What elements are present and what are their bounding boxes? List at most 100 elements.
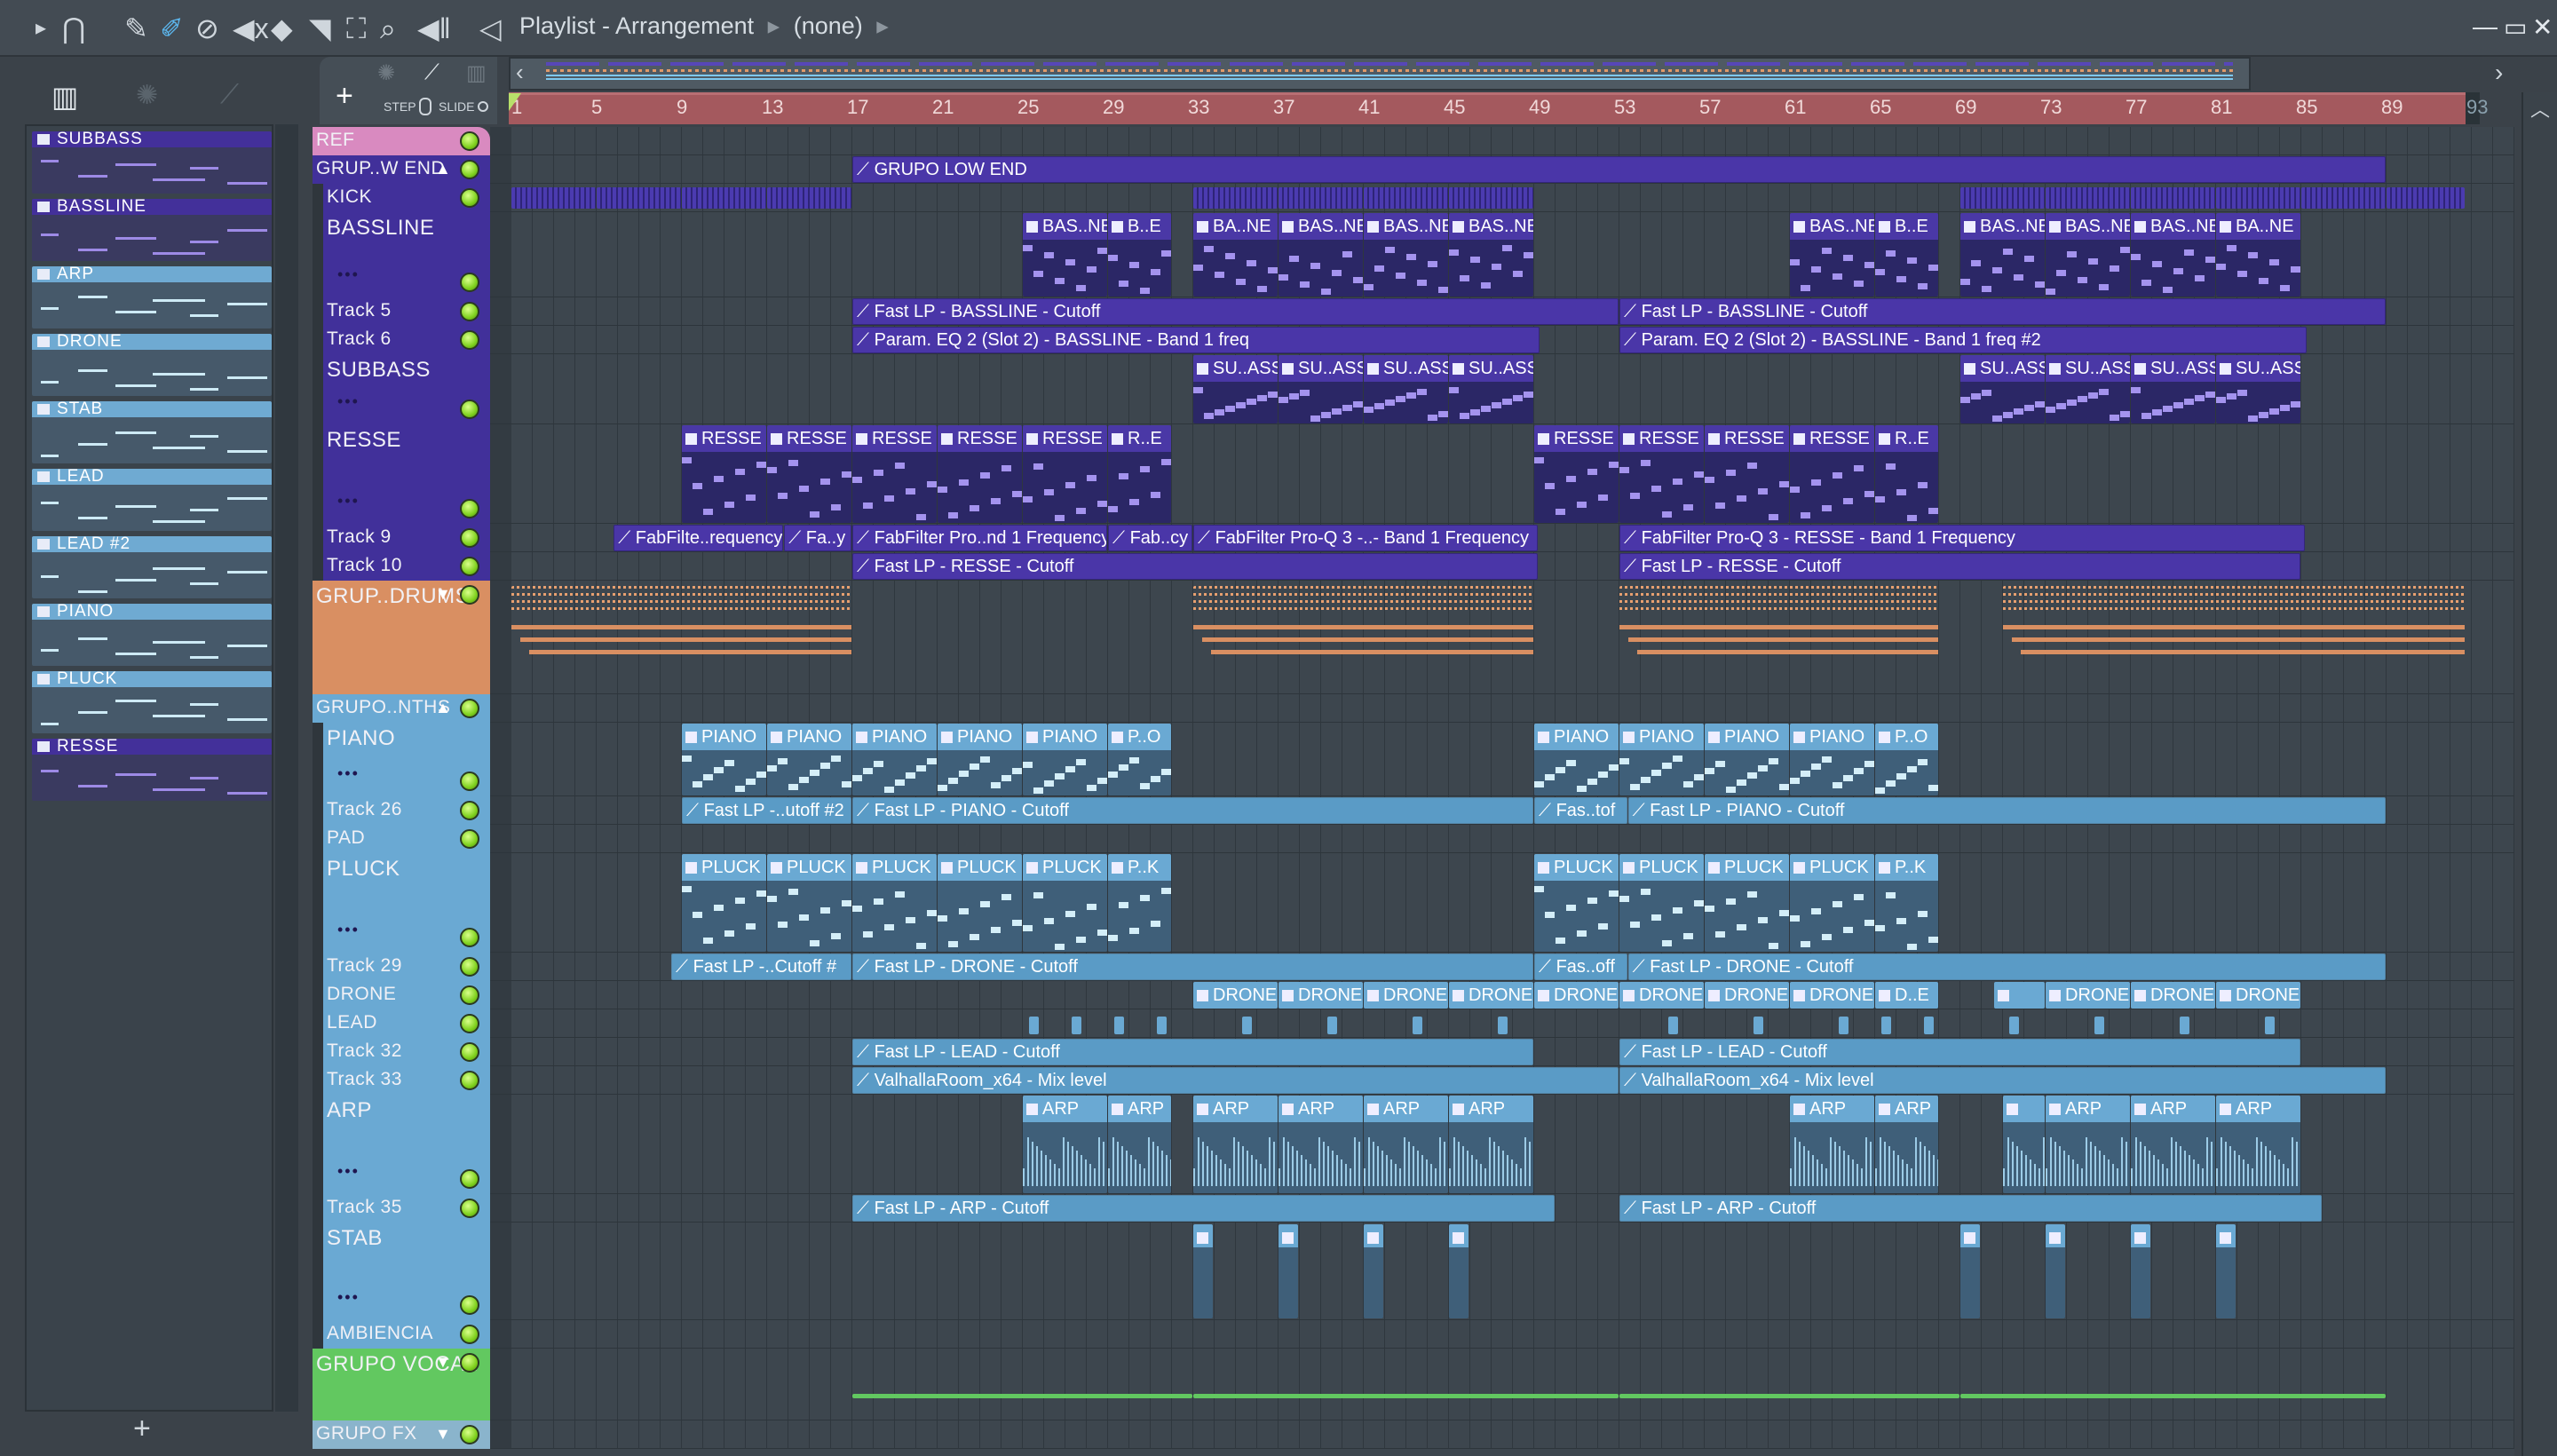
automation-clip[interactable]: ⟋ Fast LP -..utoff #2 (682, 797, 851, 824)
pattern-clip[interactable]: DRONE (1534, 982, 1619, 1009)
track-enable-led[interactable] (460, 985, 479, 1005)
track-enable-led[interactable] (460, 131, 479, 151)
pattern-clip[interactable]: ARP (1108, 1096, 1171, 1193)
pattern-clip[interactable]: PLUCK (767, 854, 851, 952)
select-icon[interactable]: ⛶ (346, 12, 366, 44)
automation-clip[interactable]: ⟋ Fas..tof (1534, 797, 1627, 824)
pattern-clip[interactable]: BAS..NE (2046, 213, 2130, 297)
track-header[interactable]: GRUP..W END ▲ (313, 155, 490, 184)
picker-item[interactable]: LEAD #2 (32, 536, 272, 598)
track-name[interactable]: Track 6 (327, 328, 392, 350)
pattern-clip[interactable] (2180, 1017, 2190, 1034)
piano-icon[interactable]: ▥ (51, 80, 78, 114)
pattern-clip[interactable]: BA..NE (1193, 213, 1278, 297)
automation-icon[interactable]: ⟋ (220, 80, 239, 110)
pattern-clip[interactable]: ARP (1278, 1096, 1363, 1193)
pattern-clip[interactable]: DRONE (1278, 982, 1363, 1009)
track-lane[interactable]: ⟋ Fast LP - RESSE - Cutoff ⟋ Fast LP - RE… (490, 552, 2514, 581)
pattern-clip[interactable]: SU..ASS (1364, 355, 1448, 423)
pattern-clip[interactable]: SU..ASS (1449, 355, 1533, 423)
pattern-clip[interactable]: DRONE (1619, 982, 1704, 1009)
pattern-clip[interactable]: R..E (1875, 425, 1938, 523)
pattern-clip[interactable] (2131, 187, 2215, 209)
pattern-clip[interactable]: B..E (1108, 213, 1171, 297)
pattern-clip[interactable]: BAS..NE (1790, 213, 1874, 297)
automation-clip[interactable]: ⟋ ValhallaRoom_x64 - Mix level (1619, 1067, 2386, 1094)
track-lane[interactable]: RESSE RESSE RESSE RESSE RESSE R..E RESSE RESSE R… (490, 424, 2514, 524)
picker-add-button[interactable]: + (133, 1412, 151, 1446)
picker-item[interactable]: LEAD (32, 469, 272, 531)
track-header[interactable]: GRUPO..NTHS ▲ (313, 694, 490, 723)
speaker-icon[interactable]: ◁ (479, 12, 502, 44)
pattern-clip[interactable]: PIANO (852, 724, 937, 795)
pattern-clip[interactable]: P..K (1875, 854, 1938, 952)
track-header[interactable]: AMBIENCIA (313, 1320, 490, 1349)
pattern-clip[interactable]: PIANO (1534, 724, 1619, 795)
picker-item[interactable]: PLUCK (32, 671, 272, 733)
pattern-clip[interactable]: RESSE (852, 425, 937, 523)
track-header[interactable]: PLUCK ••• (313, 853, 490, 953)
pattern-clip[interactable] (1498, 1017, 1508, 1034)
track-name[interactable]: ARP (327, 1098, 372, 1123)
pattern-clip[interactable] (2046, 1224, 2065, 1318)
pattern-clip[interactable]: DRONE (1790, 982, 1874, 1009)
pattern-clip[interactable] (2009, 1017, 2020, 1034)
track-lane[interactable]: ⟋ FabFilte..requency ⟋ Fa..y ⟋ FabFilter P… (490, 524, 2514, 552)
pattern-clip[interactable] (2216, 187, 2300, 209)
automation-clip[interactable]: ⟋ GRUPO LOW END (852, 156, 2386, 183)
track-lane[interactable]: ⟋ Fast LP - BASSLINE - Cutoff ⟋ Fast LP -… (490, 297, 2514, 326)
track-header[interactable]: Track 32 (313, 1038, 490, 1066)
pattern-clip[interactable] (1753, 1017, 1764, 1034)
track-header[interactable]: Track 35 (313, 1194, 490, 1223)
track-lane[interactable]: ARP ARP ARP ARP ARP ARP ARP ARP ARP ARP ARP (490, 1095, 2514, 1194)
track-lane[interactable]: ⟋ Fast LP - ARP - Cutoff ⟋ Fast LP - ARP … (490, 1194, 2514, 1223)
pattern-clip[interactable] (2265, 1017, 2276, 1034)
track-header[interactable]: BASSLINE ••• (313, 212, 490, 297)
pattern-clip[interactable] (1072, 1017, 1082, 1034)
pattern-clip[interactable]: PIANO (1705, 724, 1789, 795)
track-enable-led[interactable] (460, 1014, 479, 1033)
track-enable-led[interactable] (460, 928, 479, 947)
pattern-clip[interactable]: SU..ASS (1278, 355, 1363, 423)
pattern-clip[interactable]: R..E (1108, 425, 1171, 523)
track-enable-led[interactable] (460, 1199, 479, 1218)
pattern-clip[interactable]: SU..ASS (1960, 355, 2045, 423)
track-header[interactable]: Track 5 (313, 297, 490, 326)
pattern-clip[interactable] (1193, 586, 1533, 689)
pattern-clip[interactable]: P..K (1108, 854, 1171, 952)
pattern-clip[interactable] (1449, 1224, 1468, 1318)
pattern-clip[interactable] (852, 1394, 1192, 1398)
arrangement-selector[interactable]: (none) (794, 12, 863, 39)
track-lane[interactable]: ⟋ Fast LP -..utoff #2 ⟋ Fast LP - PIANO -… (490, 796, 2514, 825)
collapse-arrow-icon[interactable]: ▲ (435, 160, 451, 178)
pattern-clip[interactable]: PLUCK (1705, 854, 1789, 952)
expand-arrow-icon[interactable]: ▼ (435, 1353, 451, 1372)
track-header[interactable]: Track 26 (313, 796, 490, 825)
playlist-overview-scroller[interactable]: ‹ (509, 57, 2251, 91)
pattern-clip[interactable]: ARP (2131, 1096, 2215, 1193)
pattern-clip[interactable] (682, 187, 766, 209)
automation-clip[interactable]: ⟋ Fast LP - DRONE - Cutoff (1627, 954, 2386, 980)
track-enable-led[interactable] (460, 400, 479, 419)
pattern-clip[interactable]: ARP (1364, 1096, 1448, 1193)
pattern-clip[interactable]: DRONE (2046, 982, 2130, 1009)
pattern-clip[interactable]: ARP (1193, 1096, 1278, 1193)
slip-icon[interactable]: ◆ (271, 12, 293, 44)
pattern-clip[interactable]: ARP (2046, 1096, 2130, 1193)
pattern-clip[interactable]: PIANO (1023, 724, 1107, 795)
maximize-button[interactable]: ▭ (2504, 12, 2527, 42)
track-enable-led[interactable] (460, 160, 479, 179)
pattern-clip[interactable]: BAS..NE (1278, 213, 1363, 297)
pattern-clip[interactable]: P..O (1875, 724, 1938, 795)
track-name[interactable]: GRUPO..NTHS (316, 697, 450, 718)
pattern-clip[interactable] (597, 187, 681, 209)
track-name[interactable]: SUBBASS (327, 358, 431, 383)
track-name[interactable]: REF (316, 130, 355, 151)
pattern-clip[interactable] (1413, 1017, 1423, 1034)
pattern-clip[interactable]: BAS..NE (1364, 213, 1448, 297)
pattern-clip[interactable] (1881, 1017, 1892, 1034)
pattern-clip[interactable]: PIANO (1619, 724, 1704, 795)
pattern-clip[interactable] (767, 187, 851, 209)
track-name[interactable]: DRONE (327, 984, 396, 1005)
pattern-clip[interactable]: PIANO (682, 724, 766, 795)
